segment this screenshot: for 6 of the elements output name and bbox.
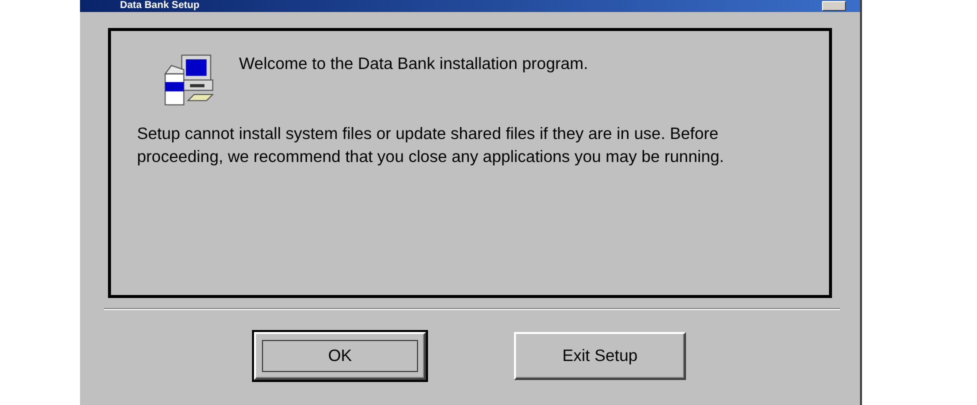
- close-button[interactable]: [822, 1, 846, 11]
- warning-message: Setup cannot install system files or update shared files if they are in use. Before proceeding, we recommend that you close any applications you may be running.: [137, 124, 726, 168]
- welcome-text: Welcome to the Data Bank installation program.: [239, 55, 588, 74]
- window-title: Data Bank Setup: [120, 1, 200, 11]
- dialog-button[interactable]: OK: [254, 332, 426, 380]
- dialog-button[interactable]: Exit Setup: [514, 332, 686, 380]
